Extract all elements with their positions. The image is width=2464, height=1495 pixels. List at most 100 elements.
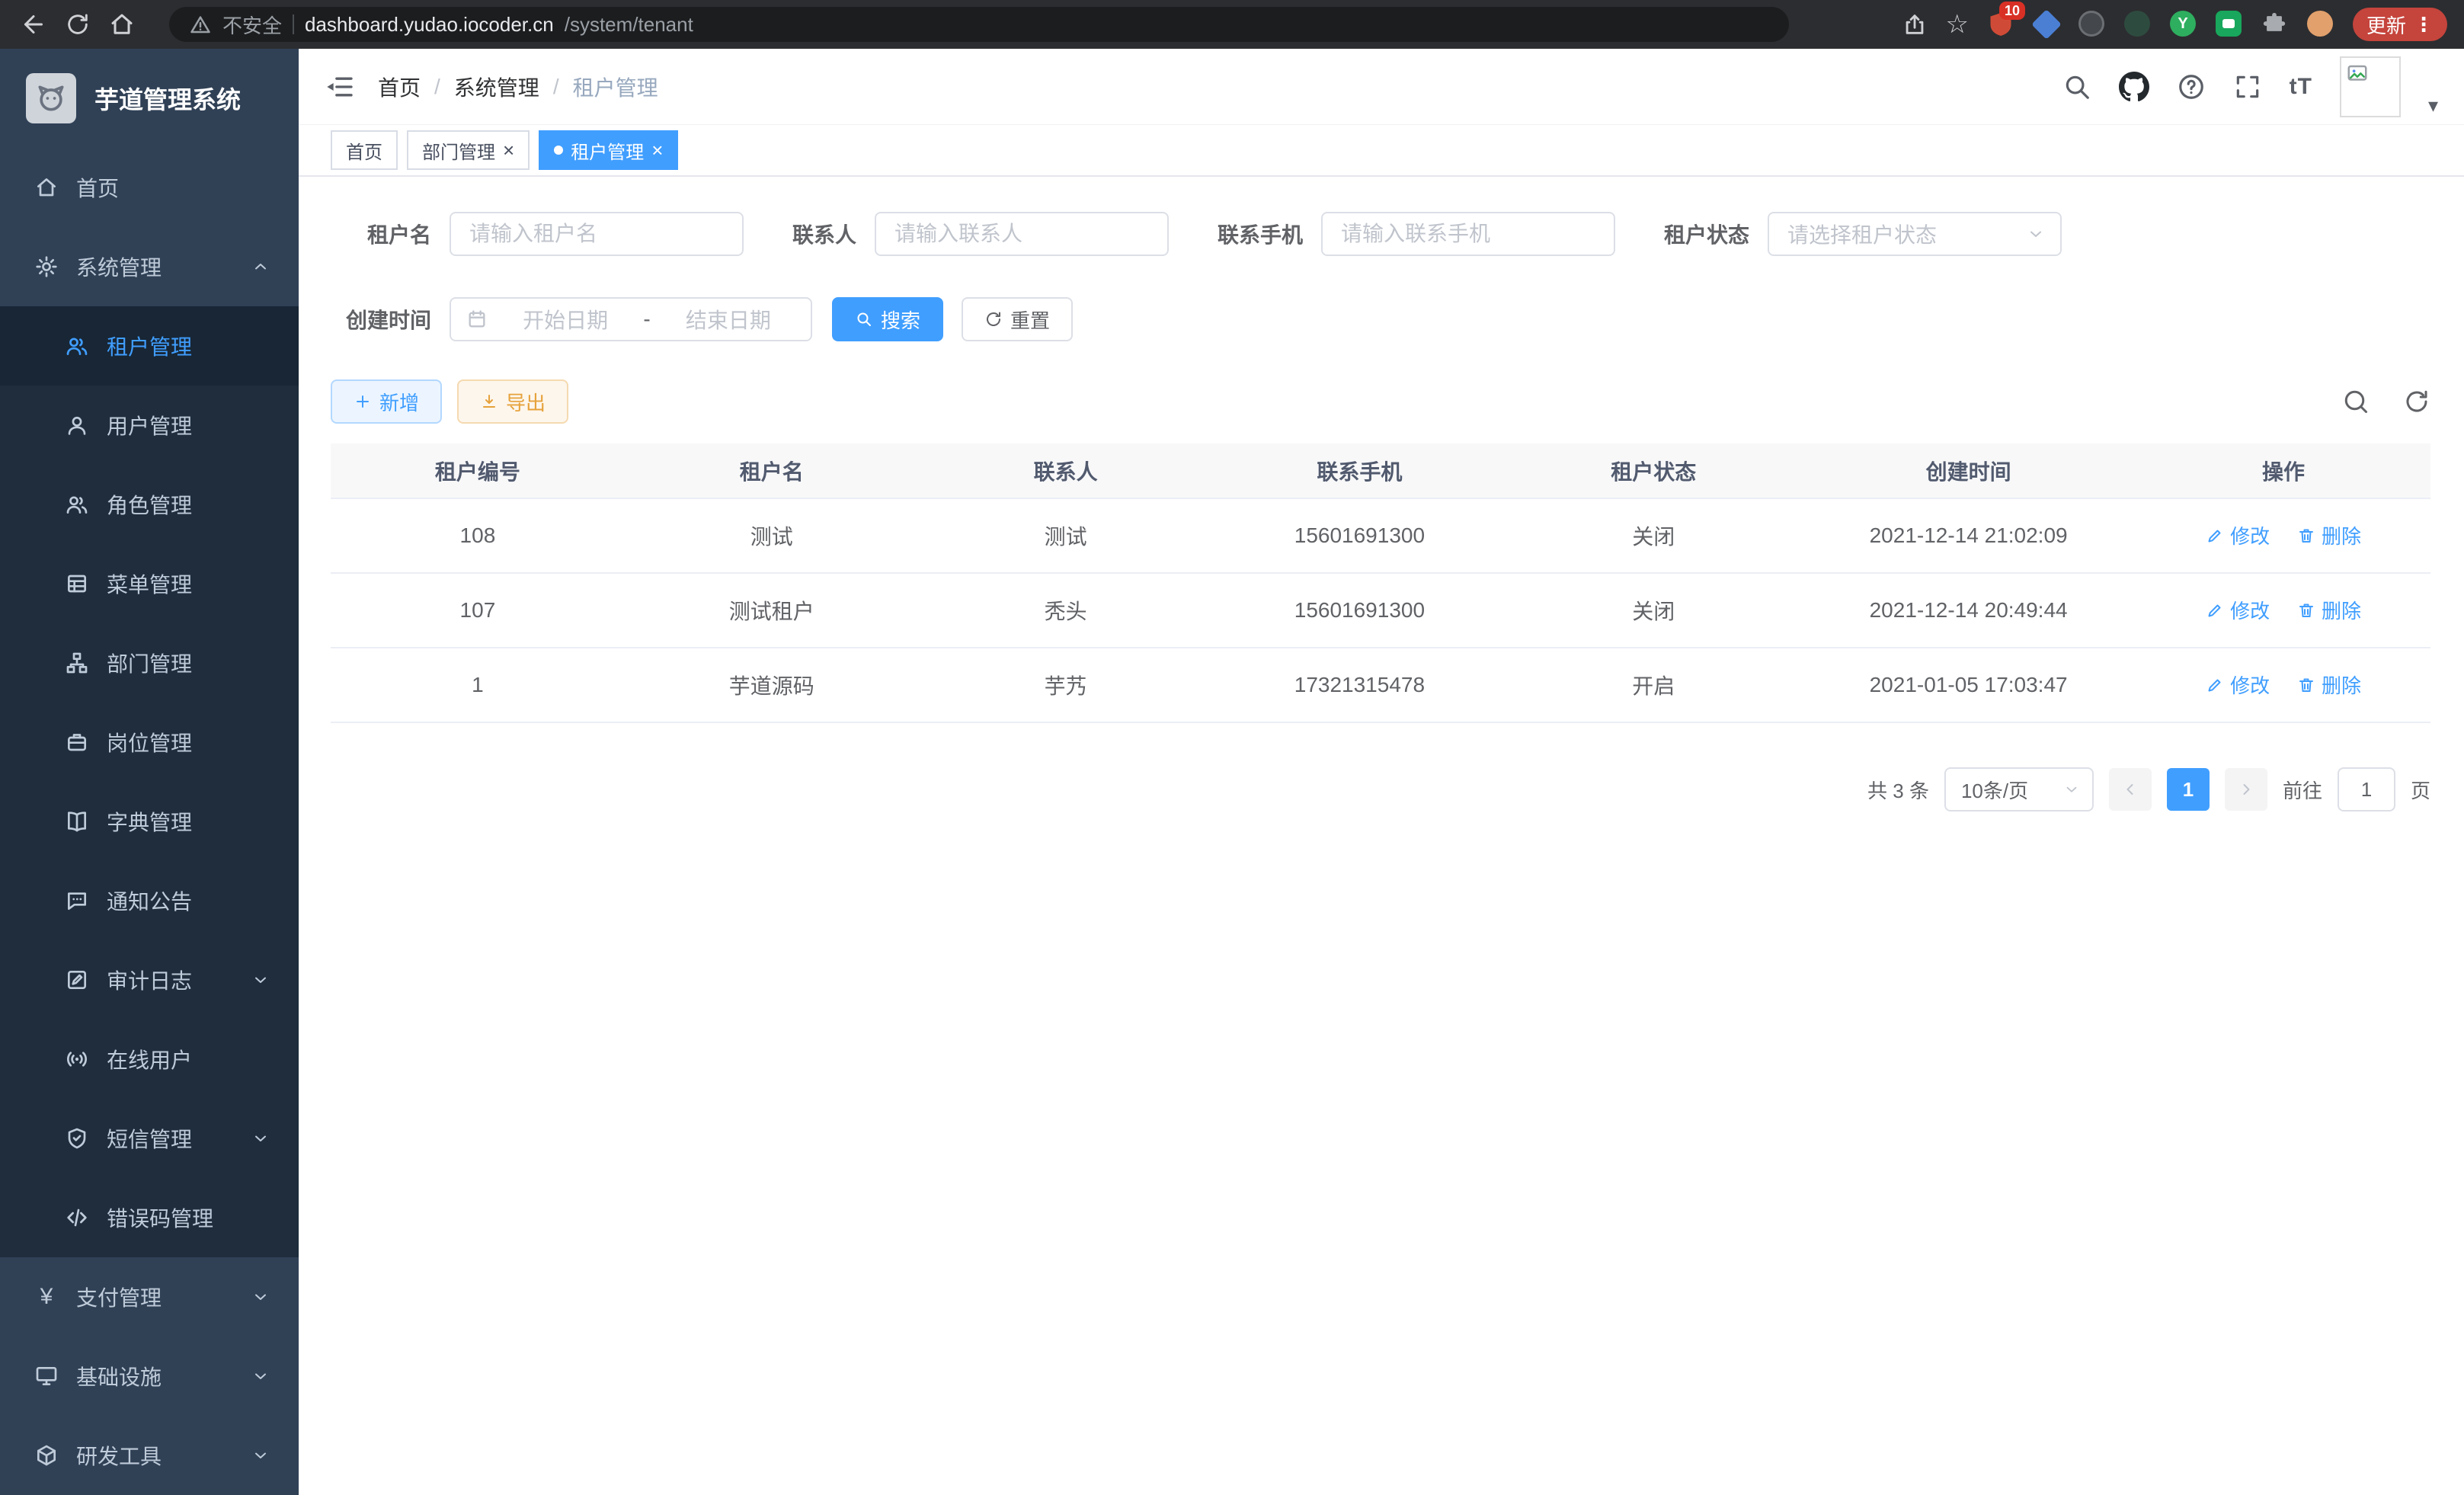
- date-range-picker[interactable]: 开始日期 - 结束日期: [450, 297, 812, 341]
- delete-link-label: 删除: [2322, 596, 2361, 624]
- logo-avatar: [26, 73, 76, 123]
- breadcrumb: 首页 / 系统管理 / 租户管理: [378, 72, 658, 102]
- address-bar[interactable]: 不安全 dashboard.yudao.iocoder.cn/system/te…: [169, 7, 1789, 42]
- reset-button-label: 重置: [1010, 306, 1050, 334]
- phone-input[interactable]: [1321, 212, 1615, 256]
- close-icon[interactable]: ×: [503, 140, 514, 160]
- sidebar-item-notice[interactable]: 通知公告: [0, 861, 299, 940]
- contact-input[interactable]: [875, 212, 1169, 256]
- navbar: 首页 / 系统管理 / 租户管理 tT: [299, 49, 2464, 125]
- sidebar-item-tenant[interactable]: 租户管理: [0, 306, 299, 386]
- sidebar-item-user[interactable]: 用户管理: [0, 386, 299, 465]
- bookmark-star-icon[interactable]: ☆: [1946, 9, 1969, 40]
- pagination-total: 共 3 条: [1867, 776, 1929, 804]
- add-button[interactable]: 新增: [331, 379, 442, 424]
- extension-icon-globe[interactable]: [2078, 11, 2106, 38]
- sidebar-item-devtools[interactable]: 研发工具: [0, 1416, 299, 1495]
- yen-icon: ¥: [34, 1284, 59, 1310]
- sidebar-item-label: 短信管理: [107, 1123, 192, 1154]
- breadcrumb-system[interactable]: 系统管理: [454, 72, 539, 102]
- sidebar-logo[interactable]: 芋道管理系统: [0, 49, 299, 148]
- sidebar-item-system[interactable]: 系统管理: [0, 227, 299, 306]
- filter-status: 租户状态 请选择租户状态: [1664, 212, 2062, 256]
- delete-link[interactable]: 删除: [2297, 521, 2361, 549]
- tab-tenant[interactable]: 租户管理 ×: [539, 130, 678, 170]
- current-page-button[interactable]: 1: [2167, 768, 2210, 811]
- sidebar-item-sms[interactable]: 短信管理: [0, 1099, 299, 1178]
- sidebar-item-menu[interactable]: 菜单管理: [0, 544, 299, 623]
- chevron-down-icon: [251, 1129, 270, 1148]
- extension-icon-blue[interactable]: [2033, 11, 2060, 38]
- toggle-search-icon[interactable]: [2342, 388, 2370, 415]
- breadcrumb-home[interactable]: 首页: [378, 72, 421, 102]
- sidebar-item-home[interactable]: 首页: [0, 148, 299, 227]
- col-header-contact: 联系人: [919, 443, 1213, 498]
- calendar-icon: [466, 309, 488, 330]
- sidebar-item-post[interactable]: 岗位管理: [0, 703, 299, 782]
- font-size-icon[interactable]: tT: [2290, 74, 2312, 100]
- reset-button[interactable]: 重置: [962, 297, 1073, 341]
- sidebar-item-error-code[interactable]: 错误码管理: [0, 1178, 299, 1257]
- search-button-label: 搜索: [881, 306, 920, 334]
- role-people-icon: [64, 491, 90, 517]
- sidebar-item-dict[interactable]: 字典管理: [0, 782, 299, 861]
- extension-icon-chat[interactable]: [2216, 11, 2243, 38]
- cell-id: 108: [331, 498, 625, 573]
- cell-id: 1: [331, 648, 625, 722]
- edit-link[interactable]: 修改: [2206, 521, 2270, 549]
- avatar[interactable]: [2340, 56, 2401, 117]
- profile-avatar-icon[interactable]: [2307, 11, 2334, 38]
- tab-home[interactable]: 首页: [331, 130, 398, 170]
- prev-page-button[interactable]: [2109, 768, 2152, 811]
- tenant-table: 租户编号 租户名 联系人 联系手机 租户状态 创建时间 操作 108 测试 测试: [331, 443, 2430, 723]
- col-header-id: 租户编号: [331, 443, 625, 498]
- col-header-status: 租户状态: [1506, 443, 1800, 498]
- search-button[interactable]: 搜索: [832, 297, 943, 341]
- tenant-name-input[interactable]: [450, 212, 744, 256]
- chrome-update-button[interactable]: 更新 ⋮: [2353, 8, 2447, 41]
- delete-link[interactable]: 删除: [2297, 596, 2361, 624]
- github-icon[interactable]: [2119, 72, 2149, 102]
- refresh-icon[interactable]: [2403, 388, 2430, 415]
- user-icon: [64, 412, 90, 438]
- delete-link[interactable]: 删除: [2297, 671, 2361, 699]
- extension-icon-green-circle[interactable]: Y: [2170, 11, 2197, 38]
- sidebar-item-payment[interactable]: ¥ 支付管理: [0, 1257, 299, 1337]
- sidebar-item-infrastructure[interactable]: 基础设施: [0, 1337, 299, 1416]
- sidebar-item-label: 审计日志: [107, 965, 192, 995]
- hamburger-icon[interactable]: [325, 72, 355, 102]
- caret-down-icon[interactable]: ▾: [2428, 94, 2438, 117]
- cell-created: 2021-12-14 20:49:44: [1800, 573, 2136, 648]
- menu-tree-icon: [64, 571, 90, 597]
- help-icon[interactable]: [2177, 72, 2206, 101]
- export-button[interactable]: 导出: [457, 379, 568, 424]
- back-icon[interactable]: [17, 8, 50, 41]
- search-icon[interactable]: [2062, 72, 2091, 101]
- next-page-button[interactable]: [2225, 768, 2267, 811]
- goto-page-input[interactable]: [2338, 767, 2395, 812]
- cell-name: 芋道源码: [625, 648, 919, 722]
- sidebar-item-dept[interactable]: 部门管理: [0, 623, 299, 703]
- home-browser-icon[interactable]: [105, 8, 139, 41]
- chevron-down-icon: [251, 971, 270, 989]
- extensions-puzzle-icon[interactable]: [2261, 11, 2289, 38]
- edit-link[interactable]: 修改: [2206, 596, 2270, 624]
- extension-icon-darkgreen[interactable]: [2124, 11, 2152, 38]
- edit-link[interactable]: 修改: [2206, 671, 2270, 699]
- sidebar-item-label: 岗位管理: [107, 727, 192, 757]
- chevron-down-icon: [2027, 225, 2045, 243]
- fullscreen-icon[interactable]: [2233, 72, 2262, 101]
- status-select[interactable]: 请选择租户状态: [1768, 212, 2062, 256]
- extension-badge: 10: [1999, 2, 2025, 20]
- sidebar-item-role[interactable]: 角色管理: [0, 465, 299, 544]
- close-icon[interactable]: ×: [651, 140, 663, 160]
- tab-label: 租户管理: [571, 137, 644, 164]
- page-size-select[interactable]: 10条/页: [1944, 767, 2094, 812]
- reload-icon[interactable]: [61, 8, 94, 41]
- filter-create-time: 创建时间 开始日期 - 结束日期: [331, 297, 812, 341]
- adblock-extension-icon[interactable]: 10: [1987, 11, 2014, 38]
- tab-dept[interactable]: 部门管理 ×: [407, 130, 530, 170]
- share-icon[interactable]: [1902, 11, 1928, 37]
- sidebar-item-online-users[interactable]: 在线用户: [0, 1020, 299, 1099]
- sidebar-item-audit-log[interactable]: 审计日志: [0, 940, 299, 1020]
